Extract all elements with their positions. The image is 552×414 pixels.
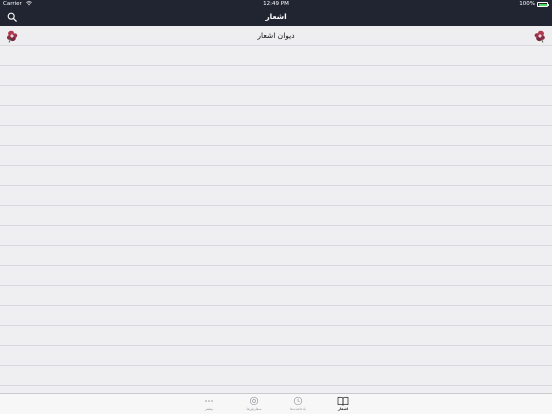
battery-status: 100% <box>519 0 549 9</box>
tab-more[interactable]: بیشتر <box>187 395 231 414</box>
empty-rows-container <box>0 46 552 386</box>
poetry-collection-row[interactable]: دیوان اشعار <box>0 26 552 46</box>
list-item <box>0 226 552 246</box>
list-item <box>0 246 552 266</box>
battery-fill <box>538 3 547 6</box>
status-time: 12:49 PM <box>263 1 289 7</box>
tab-poems[interactable]: اشعار <box>321 395 365 414</box>
list-item <box>0 206 552 226</box>
list-item <box>0 186 552 206</box>
tab-label: سفارش‌ها <box>246 407 262 411</box>
tab-bar: بیشتر سفارش‌ها یادداشت‌ها اشعار <box>0 393 552 414</box>
gear-icon <box>249 396 259 405</box>
clock-icon <box>293 396 303 405</box>
status-bar: Carrier 12:49 PM 100% <box>0 0 552 9</box>
poetry-collection-title: دیوان اشعار <box>257 31 295 40</box>
list-item <box>0 266 552 286</box>
more-icon <box>205 399 213 402</box>
list-item <box>0 106 552 126</box>
book-icon <box>337 396 349 406</box>
battery-icon <box>537 2 549 7</box>
battery-percent: 100% <box>519 1 535 7</box>
tab-label: بیشتر <box>204 407 214 411</box>
flower-ornament-icon <box>534 30 545 43</box>
tab-label: یادداشت‌ها <box>290 407 306 411</box>
list-item <box>0 46 552 66</box>
list-item <box>0 306 552 326</box>
list-item <box>0 326 552 346</box>
list-item <box>0 66 552 86</box>
navigation-bar: Carrier 12:49 PM 100% اشعار <box>0 0 552 26</box>
tab-label: اشعار <box>337 407 349 411</box>
list-item <box>0 346 552 366</box>
poems-list[interactable]: دیوان اشعار <box>0 26 552 393</box>
list-item <box>0 286 552 306</box>
list-item <box>0 166 552 186</box>
list-item <box>0 126 552 146</box>
tab-notes[interactable]: یادداشت‌ها <box>276 395 320 414</box>
list-item <box>0 366 552 386</box>
page-title: اشعار <box>265 12 287 21</box>
list-item <box>0 86 552 106</box>
list-item <box>0 146 552 166</box>
tab-orders[interactable]: سفارش‌ها <box>232 395 276 414</box>
